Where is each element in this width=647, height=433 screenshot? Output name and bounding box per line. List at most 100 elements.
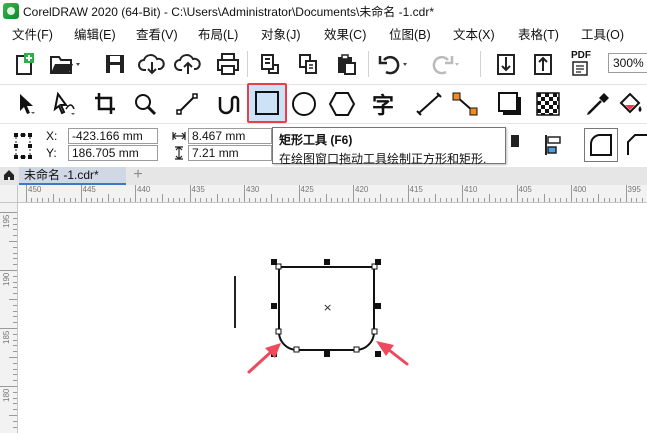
drop-shadow-tool-icon[interactable] <box>496 90 526 118</box>
undo-icon[interactable] <box>376 51 410 77</box>
rect-node[interactable] <box>293 346 300 353</box>
width-icon <box>172 130 186 145</box>
ruler-tick <box>543 194 545 202</box>
menu-text[interactable]: 文本(X) <box>453 24 495 43</box>
center-mark: × <box>323 301 332 314</box>
color-eyedropper-tool-icon[interactable] <box>584 90 612 118</box>
menu-edit[interactable]: 编辑(E) <box>74 24 116 43</box>
connector-tool-icon[interactable] <box>450 90 480 118</box>
menu-table[interactable]: 表格(T) <box>518 24 559 43</box>
ruler-label: 415 <box>409 185 423 194</box>
object-height-field[interactable]: 7.21 mm <box>188 145 272 161</box>
crop-tool-icon[interactable] <box>92 90 118 118</box>
ruler-tick <box>353 185 354 202</box>
ruler-tick <box>102 198 104 202</box>
print-icon[interactable] <box>214 51 242 77</box>
object-width-field[interactable]: 8.467 mm <box>188 128 272 144</box>
import-icon[interactable] <box>494 51 518 77</box>
shape-tool-icon[interactable] <box>50 90 78 118</box>
cloud-upload-icon[interactable] <box>174 51 202 77</box>
menu-file[interactable]: 文件(F) <box>12 24 53 43</box>
cloud-download-icon[interactable] <box>138 51 166 77</box>
menu-layout[interactable]: 布局(L) <box>198 24 238 43</box>
interactive-fill-tool-icon[interactable] <box>616 90 646 118</box>
add-tab-button[interactable]: + <box>129 167 147 185</box>
tooltip-description: 在绘图窗口拖动工具绘制正方形和矩形. <box>279 152 487 166</box>
paste-icon[interactable] <box>334 51 358 77</box>
copy-icon[interactable] <box>296 51 320 77</box>
redo-icon[interactable] <box>428 51 462 77</box>
selection-handle[interactable] <box>375 259 381 265</box>
ruler-tick <box>581 198 583 202</box>
vertical-ruler[interactable]: 195 190 185 180 <box>0 185 18 433</box>
corner-chamfer-button[interactable] <box>624 128 647 162</box>
rect-node[interactable] <box>371 328 378 335</box>
rect-node[interactable] <box>275 328 282 335</box>
ruler-tick <box>13 223 17 225</box>
ruler-tick <box>211 198 213 202</box>
export-icon[interactable] <box>531 51 555 77</box>
ruler-tick <box>592 198 594 202</box>
menu-bitmaps[interactable]: 位图(B) <box>389 24 431 43</box>
ruler-tick <box>13 246 17 248</box>
wrap-text-icon[interactable] <box>508 130 522 160</box>
selection-handle[interactable] <box>271 303 277 309</box>
ruler-tick <box>85 198 87 202</box>
ruler-tick <box>440 198 442 202</box>
selection-handle[interactable] <box>324 351 330 357</box>
artistic-media-tool-icon[interactable] <box>214 90 242 118</box>
ruler-tick <box>380 194 382 202</box>
rectangle-tool-button[interactable] <box>247 83 287 123</box>
y-position-field[interactable]: 186.705 mm <box>68 145 158 161</box>
ruler-tick <box>418 198 420 202</box>
ruler-tick <box>320 198 322 202</box>
selection-handle[interactable] <box>324 259 330 265</box>
menu-object[interactable]: 对象(J) <box>261 24 301 43</box>
object-origin-icon[interactable] <box>12 131 34 161</box>
ruler-tick <box>178 198 180 202</box>
menu-tools[interactable]: 工具(O) <box>581 24 624 43</box>
selection-handle[interactable] <box>375 303 381 309</box>
selection-handle[interactable] <box>375 351 381 357</box>
rect-node[interactable] <box>353 346 360 353</box>
text-tool-icon[interactable]: 字 <box>368 90 398 118</box>
transparency-tool-icon[interactable] <box>534 90 562 118</box>
zoom-tool-icon[interactable] <box>132 90 160 118</box>
ruler-tick <box>13 345 17 347</box>
corner-shape-button[interactable] <box>584 128 618 162</box>
open-folder-icon[interactable] <box>48 51 80 77</box>
ruler-tick <box>107 194 109 202</box>
menu-view[interactable]: 查看(V) <box>136 24 178 43</box>
ruler-tick <box>151 198 153 202</box>
cut-icon[interactable] <box>258 51 282 77</box>
zoom-level-field[interactable]: 300% <box>608 53 647 73</box>
ruler-tick <box>184 198 186 202</box>
freehand-tool-icon[interactable] <box>174 90 202 118</box>
ellipse-tool-icon[interactable] <box>290 90 318 118</box>
horizontal-ruler[interactable]: 450 445 440 435 430 425 420 415 410 405 400 395 <box>18 185 647 203</box>
parallel-dimension-tool-icon[interactable] <box>414 90 444 118</box>
ruler-tick <box>13 322 17 324</box>
ruler-tick <box>532 198 534 202</box>
ruler-tick <box>314 198 316 202</box>
ruler-tick <box>434 194 436 202</box>
ruler-tick <box>113 198 115 202</box>
publish-pdf-icon[interactable]: PDF <box>566 49 596 79</box>
ruler-label: 190 <box>2 272 11 286</box>
pick-tool-icon[interactable] <box>12 90 38 118</box>
ruler-tick <box>26 185 27 202</box>
menu-effects[interactable]: 效果(C) <box>324 24 366 43</box>
home-tab[interactable] <box>0 167 18 185</box>
ruler-origin[interactable] <box>0 185 18 203</box>
align-distribute-icon[interactable] <box>538 130 568 160</box>
selection-handle[interactable] <box>271 259 277 265</box>
document-tab[interactable]: 未命名 -1.cdr* <box>19 167 126 185</box>
ruler-tick <box>216 194 218 202</box>
ruler-tick <box>342 198 344 202</box>
save-icon[interactable] <box>102 51 128 77</box>
new-document-icon[interactable] <box>10 51 38 77</box>
drawing-canvas[interactable]: × <box>19 204 647 433</box>
x-position-field[interactable]: -423.166 mm <box>68 128 158 144</box>
ruler-tick <box>13 426 17 428</box>
polygon-tool-icon[interactable] <box>328 90 356 118</box>
